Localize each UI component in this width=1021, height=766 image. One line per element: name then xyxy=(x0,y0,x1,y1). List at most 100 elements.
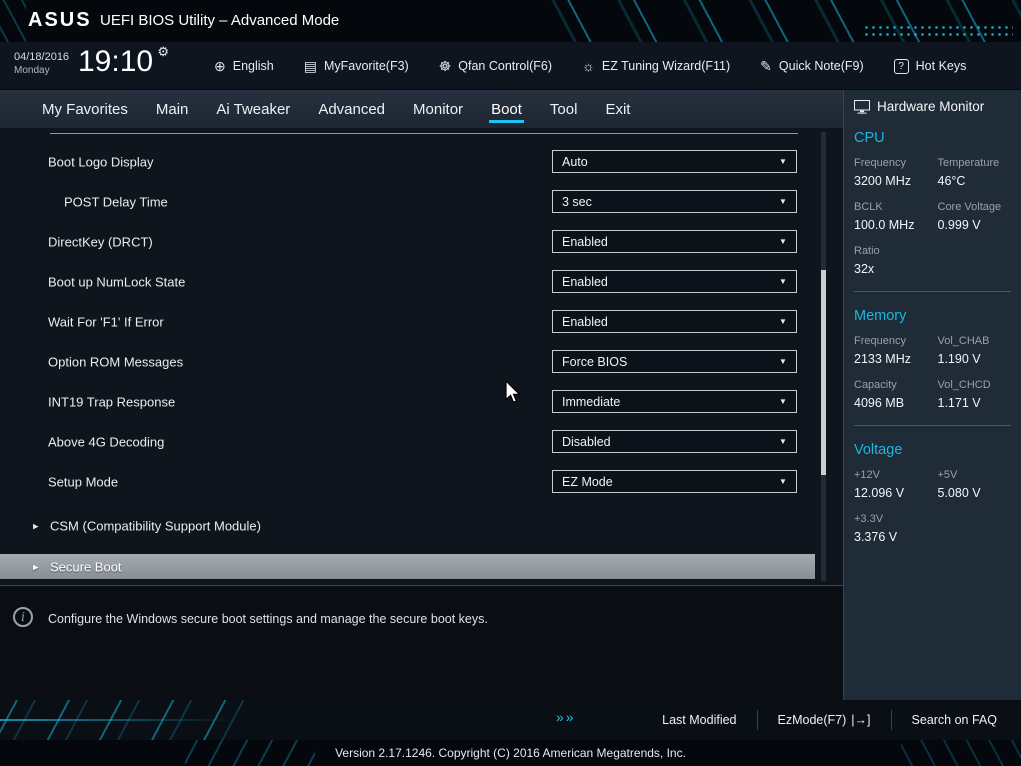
setting-label: Boot Logo Display xyxy=(48,155,154,170)
hm-label: +3.3V xyxy=(854,513,942,525)
divider xyxy=(854,425,1011,426)
setting-row: Wait For 'F1' If Error Enabled ▼ xyxy=(0,302,843,342)
hm-value: 1.190 V xyxy=(938,352,1021,366)
hm-pair: +12V 12.096 V xyxy=(854,469,938,513)
quickbar-item-label: English xyxy=(233,59,274,73)
tab-exit[interactable]: Exit xyxy=(591,90,644,128)
dropdown-option-rom-messages[interactable]: Force BIOS ▼ xyxy=(552,350,797,373)
tab-ai-tweaker[interactable]: Ai Tweaker xyxy=(202,90,304,128)
submenu-arrow-icon: ▸ xyxy=(33,560,39,573)
submenu-secure-boot[interactable]: ▸ Secure Boot xyxy=(0,554,815,579)
tab-main[interactable]: Main xyxy=(142,90,203,128)
quickbar-item-ez-tuning-wizard[interactable]: ☼ EZ Tuning Wizard(F11) xyxy=(582,58,730,74)
dropdown-value: Force BIOS xyxy=(553,355,770,369)
chevron-down-icon: ▼ xyxy=(770,157,796,166)
dropdown-value: Disabled xyxy=(553,435,770,449)
hm-pair: BCLK 100.0 MHz xyxy=(854,201,938,245)
hm-value: 1.171 V xyxy=(938,396,1021,410)
tab-monitor[interactable]: Monitor xyxy=(399,90,477,128)
hm-label: Vol_CHCD xyxy=(938,379,1021,391)
hm-row: +12V 12.096 V +5V 5.080 V xyxy=(854,469,1021,513)
voltage-section-title: Voltage xyxy=(854,442,1021,458)
ezmode-button[interactable]: EzMode(F7) |→] xyxy=(758,713,891,727)
hm-value: 0.999 V xyxy=(938,218,1021,232)
footer-bar: »» Last Modified EzMode(F7) |→] Search o… xyxy=(0,700,1021,740)
hm-value: 100.0 MHz xyxy=(854,218,938,232)
tab-tool[interactable]: Tool xyxy=(536,90,592,128)
hm-label: Capacity xyxy=(854,379,938,391)
chevron-down-icon: ▼ xyxy=(770,197,796,206)
hm-label: +12V xyxy=(854,469,938,481)
submenu-label: CSM (Compatibility Support Module) xyxy=(50,519,261,534)
hm-label: Vol_CHAB xyxy=(938,335,1021,347)
hm-value: 12.096 V xyxy=(854,486,938,500)
dropdown-wait-for-f1-if-error[interactable]: Enabled ▼ xyxy=(552,310,797,333)
quickbar-item-label: Qfan Control(F6) xyxy=(458,59,552,73)
submenu-csm[interactable]: ▸ CSM (Compatibility Support Module) xyxy=(0,506,843,546)
setting-row: Boot Logo Display Auto ▼ xyxy=(0,142,843,182)
hm-row: +3.3V 3.376 V xyxy=(854,513,1021,557)
setting-row: DirectKey (DRCT) Enabled ▼ xyxy=(0,222,843,262)
hm-pair: Capacity 4096 MB xyxy=(854,379,938,423)
hm-row: BCLK 100.0 MHz Core Voltage 0.999 V xyxy=(854,201,1021,245)
dropdown-setup-mode[interactable]: EZ Mode ▼ xyxy=(552,470,797,493)
setting-label: INT19 Trap Response xyxy=(48,395,175,410)
dropdown-post-delay-time[interactable]: 3 sec ▼ xyxy=(552,190,797,213)
help-text: Configure the Windows secure boot settin… xyxy=(48,612,488,626)
globe-icon: ⊕ xyxy=(214,58,226,75)
pencil-note-icon: ✎ xyxy=(760,58,772,75)
quickbar-item-quick-note[interactable]: ✎ Quick Note(F9) xyxy=(760,58,863,75)
dropdown-int19-trap-response[interactable]: Immediate ▼ xyxy=(552,390,797,413)
quickbar-item-myfavorite[interactable]: ▤ MyFavorite(F3) xyxy=(304,58,409,75)
dropdown-directkey[interactable]: Enabled ▼ xyxy=(552,230,797,253)
scrollbar[interactable] xyxy=(821,132,826,581)
setting-label: DirectKey (DRCT) xyxy=(48,235,153,250)
hm-row: Ratio 32x xyxy=(854,245,1021,289)
hm-pair: Vol_CHAB 1.190 V xyxy=(938,335,1021,379)
hm-pair: Vol_CHCD 1.171 V xyxy=(938,379,1021,423)
last-modified-button[interactable]: Last Modified xyxy=(642,713,756,727)
scrollbar-thumb[interactable] xyxy=(821,270,826,475)
memory-section-title: Memory xyxy=(854,308,1021,324)
quickbar-item-qfan-control[interactable]: ☸ Qfan Control(F6) xyxy=(439,58,552,75)
hm-value: 3200 MHz xyxy=(854,174,938,188)
circuit-decoration xyxy=(901,740,1021,766)
setting-row: INT19 Trap Response Immediate ▼ xyxy=(0,382,843,422)
quickbar-item-label: Hot Keys xyxy=(916,59,967,73)
tab-boot[interactable]: Boot xyxy=(477,90,536,128)
hm-label: BCLK xyxy=(854,201,938,213)
hm-pair: Frequency 3200 MHz xyxy=(854,157,938,201)
help-panel: i Configure the Windows secure boot sett… xyxy=(0,585,843,700)
dropdown-boot-logo-display[interactable]: Auto ▼ xyxy=(552,150,797,173)
day-text: Monday xyxy=(14,65,69,76)
circuit-decoration xyxy=(0,0,26,42)
search-faq-button[interactable]: Search on FAQ xyxy=(892,713,1017,727)
wizard-bulb-icon: ☼ xyxy=(582,58,595,74)
hm-pair: +3.3V 3.376 V xyxy=(854,513,942,557)
main-menu-tabbar: My Favorites Main Ai Tweaker Advanced Mo… xyxy=(0,90,843,128)
dropdown-above-4g-decoding[interactable]: Disabled ▼ xyxy=(552,430,797,453)
exit-to-ezmode-icon: |→] xyxy=(851,713,870,727)
hm-value: 46°C xyxy=(938,174,1021,188)
setting-row: Option ROM Messages Force BIOS ▼ xyxy=(0,342,843,382)
gear-icon[interactable]: ⚙ xyxy=(157,44,169,60)
hm-label: Frequency xyxy=(854,157,938,169)
dropdown-value: Enabled xyxy=(553,275,770,289)
hm-pair: Frequency 2133 MHz xyxy=(854,335,938,379)
dropdown-value: 3 sec xyxy=(553,195,770,209)
favorite-card-icon: ▤ xyxy=(304,58,317,75)
title-bar: ASUS UEFI BIOS Utility – Advanced Mode xyxy=(0,0,1021,42)
bios-screen: ASUS UEFI BIOS Utility – Advanced Mode 0… xyxy=(0,0,1021,766)
setting-row: POST Delay Time 3 sec ▼ xyxy=(0,182,843,222)
quickbar-item-hot-keys[interactable]: ? Hot Keys xyxy=(894,59,967,74)
setting-label: Option ROM Messages xyxy=(48,355,183,370)
chevrons-decoration: »» xyxy=(556,709,576,725)
hm-row: Capacity 4096 MB Vol_CHCD 1.171 V xyxy=(854,379,1021,423)
tab-advanced[interactable]: Advanced xyxy=(304,90,399,128)
hm-label: Frequency xyxy=(854,335,938,347)
tab-my-favorites[interactable]: My Favorites xyxy=(28,90,142,128)
hm-pair: Ratio 32x xyxy=(854,245,942,289)
clock: 19:10 ⚙ xyxy=(78,45,153,79)
quickbar-item-english[interactable]: ⊕ English xyxy=(214,58,274,75)
dropdown-boot-up-numlock-state[interactable]: Enabled ▼ xyxy=(552,270,797,293)
